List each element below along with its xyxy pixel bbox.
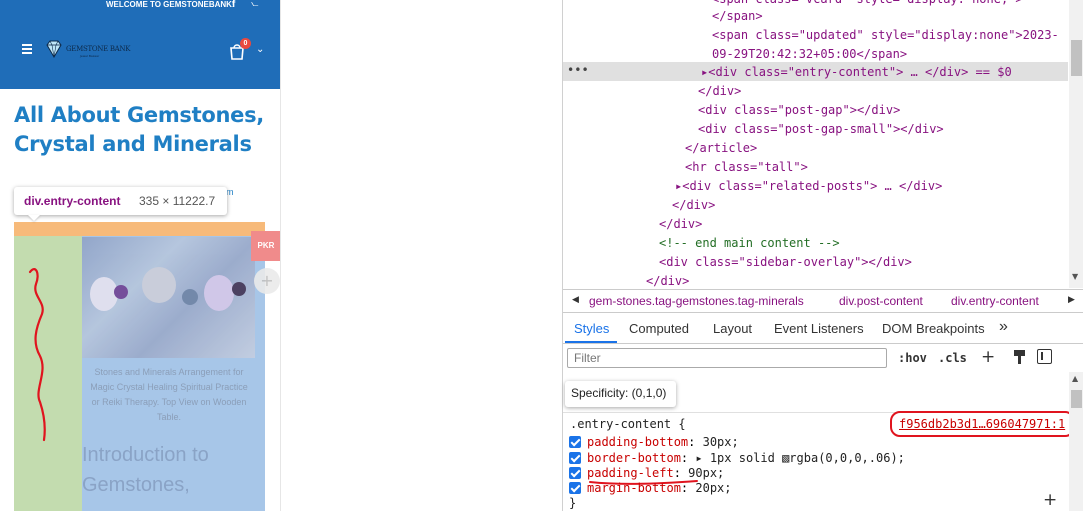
dom-node[interactable]: <span class="updated" style="display:non… (712, 26, 1059, 45)
partial-meta-text: m (226, 187, 234, 197)
dom-node-text: <div class="entry-content"> … </div> == … (708, 65, 1012, 79)
sidebar-tabs: Styles Computed Layout Event Listeners D… (563, 314, 1083, 344)
tab-dom-breakpoints[interactable]: DOM Breakpoints (882, 321, 985, 336)
styles-filter-input[interactable]: Filter (567, 348, 887, 368)
inspector-margin-overlay (14, 222, 265, 236)
dom-node[interactable]: </div> (672, 196, 715, 215)
image-caption: Stones and Minerals Arrangement for Magi… (90, 367, 248, 422)
styles-scrollbar-thumb[interactable] (1071, 390, 1082, 408)
class-toggle[interactable]: .cls (938, 351, 967, 365)
dom-node[interactable]: <hr class="tall"> (685, 158, 808, 177)
devtools-panel: ••• <span class="vcard" style="display: … (562, 0, 1083, 511)
chevron-down-icon[interactable]: ⌄ (256, 44, 264, 55)
dom-node[interactable]: </div> (646, 272, 689, 288)
menu-icon[interactable] (22, 44, 32, 54)
toggle-sidebar-icon[interactable] (1037, 349, 1052, 364)
tooltip-element-size: 335 × 11222.7 (139, 194, 216, 208)
gemstones-image (82, 237, 255, 358)
rule-selector[interactable]: .entry-content { (570, 417, 686, 431)
welcome-text: WELCOME TO GEMSTONEBANK! (106, 0, 235, 9)
rule-close-brace: } (569, 496, 577, 510)
elements-tree[interactable]: ••• <span class="vcard" style="display: … (563, 0, 1083, 288)
scroll-down-arrow-icon[interactable]: ▼ (1072, 272, 1078, 281)
active-tab-indicator (565, 341, 617, 343)
element-inspector-tooltip: div.entry-content 335 × 11222.7 (14, 187, 227, 215)
annotation-scribble (28, 267, 46, 442)
tooltip-element-tag: div.entry-content (24, 194, 121, 208)
scroll-up-arrow-icon[interactable]: ▲ (1072, 374, 1078, 383)
elements-scrollbar-thumb[interactable] (1071, 40, 1082, 76)
breadcrumb: ◀ gem-stones.tag-gemstones.tag-minerals … (563, 289, 1083, 313)
dom-node[interactable]: <div class="sidebar-overlay"></div> (659, 253, 912, 272)
breadcrumb-item[interactable]: gem-stones.tag-gemstones.tag-minerals (589, 294, 804, 308)
dom-node[interactable]: 09-29T20:42:32+05:00</span> (712, 45, 907, 64)
logo-subtext: Jewel Bazaar (80, 54, 100, 58)
facebook-icon[interactable]: f (232, 0, 235, 10)
logo-text: GEMSTONE BANK (66, 45, 131, 53)
declaration-border-bottom[interactable]: border-bottom: ▸ 1px solid ▧rgba(0,0,0,.… (569, 450, 905, 466)
tab-computed[interactable]: Computed (629, 321, 689, 336)
dom-node[interactable]: </article> (685, 139, 757, 158)
add-icon[interactable]: + (254, 268, 280, 294)
property-name: border-bottom (587, 451, 681, 465)
site-logo[interactable]: GEMSTONE BANK Jewel Bazaar (44, 40, 134, 60)
diamond-icon (46, 40, 62, 58)
declaration-checkbox[interactable] (569, 436, 581, 448)
tab-styles[interactable]: Styles (574, 321, 609, 336)
paint-brush-icon[interactable] (1013, 349, 1026, 365)
property-value[interactable]: 30px; (703, 435, 739, 449)
new-rule-icon[interactable]: + (981, 347, 995, 367)
styles-toolbar: Filter :hov .cls + (563, 344, 1083, 372)
styles-pane: .entry-content { f956db2b3d1…696047971:1… (563, 372, 1083, 511)
node-actions-icon[interactable]: ••• (567, 62, 589, 78)
declaration-checkbox[interactable] (569, 452, 581, 464)
declaration-checkbox[interactable] (569, 467, 581, 479)
breadcrumb-item[interactable]: div.post-content (839, 294, 923, 308)
dom-comment[interactable]: <!-- end main content --> (659, 234, 840, 253)
add-declaration-icon[interactable]: + (1043, 490, 1057, 510)
declaration-margin-bottom[interactable]: margin-bottom: 20px; (569, 480, 732, 496)
dom-node[interactable]: <div class="post-gap"></div> (698, 101, 900, 120)
cart-count-badge: 0 (240, 38, 251, 49)
property-value[interactable]: 20px; (695, 481, 731, 495)
annotation-circle (890, 411, 1075, 437)
breadcrumb-scroll-left-icon[interactable]: ◀ (572, 295, 579, 305)
declaration-padding-bottom[interactable]: padding-bottom: 30px; (569, 434, 739, 450)
page-preview: WELCOME TO GEMSTONEBANK! f ⦦ GEMSTONE BA… (0, 0, 281, 511)
dom-node-entry-content[interactable]: ▸<div class="entry-content"> … </div> ==… (701, 63, 1012, 82)
tooltip-arrow (28, 215, 40, 221)
currency-switcher[interactable]: PKR (251, 231, 280, 261)
property-name: margin-bottom (587, 481, 681, 495)
property-name: padding-bottom (587, 435, 689, 449)
dom-node[interactable]: ▸<div class="related-posts"> … </div> (675, 177, 942, 196)
dom-node[interactable]: </span> (712, 7, 763, 26)
intro-heading: Introduction to Gemstones, (82, 444, 209, 496)
more-tabs-icon[interactable]: » (999, 318, 1008, 336)
dom-node-text: <div class="related-posts"> … </div> (682, 179, 943, 193)
specificity-tooltip: Specificity: (0,1,0) (565, 381, 676, 407)
dom-node[interactable]: <div class="post-gap-small"></div> (698, 120, 944, 139)
breadcrumb-item-current[interactable]: div.entry-content (951, 294, 1039, 308)
rss-icon[interactable]: ⦦ (251, 0, 258, 9)
property-value[interactable]: ▸ 1px solid ▧rgba(0,0,0,.06); (695, 451, 905, 465)
declaration-checkbox[interactable] (569, 482, 581, 494)
tab-event-listeners[interactable]: Event Listeners (774, 321, 864, 336)
breadcrumb-scroll-right-icon[interactable]: ▶ (1068, 295, 1075, 305)
dom-node[interactable]: </div> (659, 215, 702, 234)
post-title: All About Gemstones, Crystal and Mineral… (14, 103, 264, 156)
dom-node[interactable]: </div> (698, 82, 741, 101)
hover-state-toggle[interactable]: :hov (898, 351, 927, 365)
tab-layout[interactable]: Layout (713, 321, 752, 336)
